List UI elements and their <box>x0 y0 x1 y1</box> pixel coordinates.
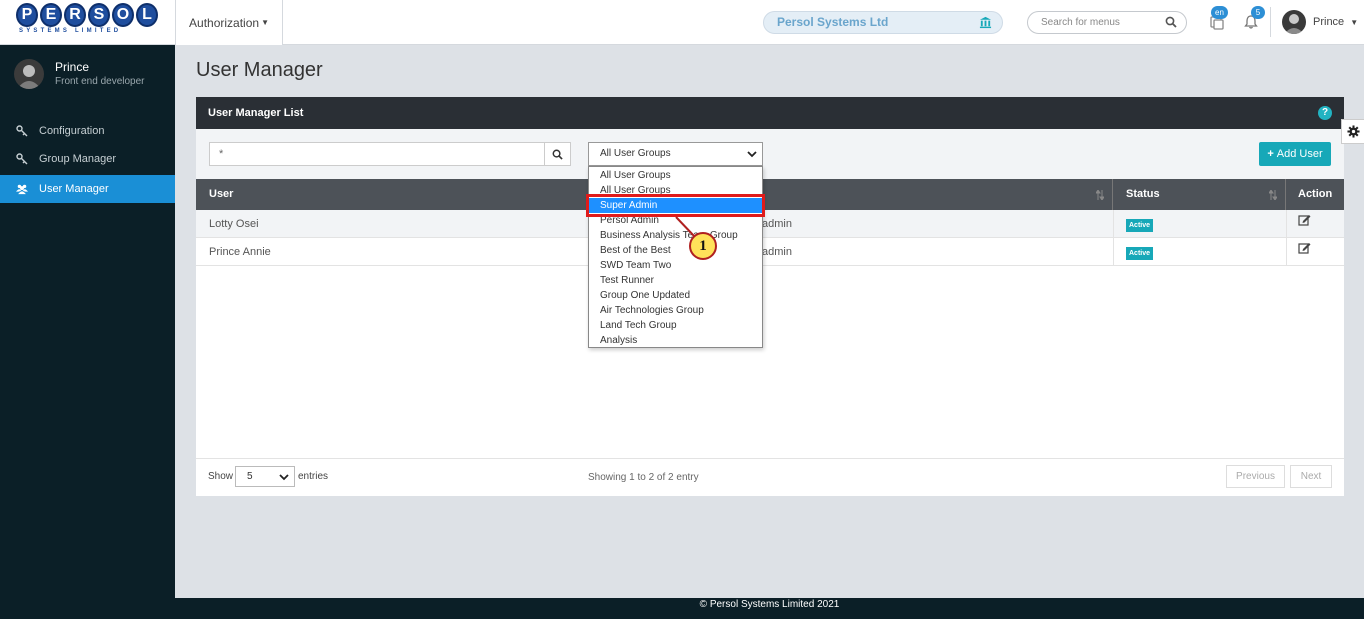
logo-tagline: SYSTEMS LIMITED <box>19 28 122 34</box>
avatar[interactable] <box>1282 10 1306 34</box>
cell-status: Active <box>1113 210 1154 238</box>
divider <box>1270 7 1271 37</box>
company-name: Persol Systems Ltd <box>777 15 889 29</box>
annotation-highlight <box>586 194 765 217</box>
menu-search-input[interactable]: Search for menus <box>1027 11 1187 34</box>
user-menu-button[interactable]: Prince ▼ <box>1313 16 1358 28</box>
status-badge: Active <box>1126 219 1154 232</box>
sidebar-item-user-manager[interactable]: User Manager <box>0 175 175 203</box>
card-title: User Manager List <box>208 107 304 119</box>
sort-icon <box>1269 190 1277 200</box>
sidebar-item-label: Group Manager <box>39 153 117 165</box>
sidebar-item-configuration[interactable]: Configuration <box>0 117 175 145</box>
logo-letter: L <box>136 3 158 27</box>
annotation-step-badge: 1 <box>689 232 717 260</box>
user-manager-card: User Manager List ? * All User Groups + A… <box>196 97 1344 496</box>
logo-letter: R <box>64 3 86 27</box>
column-label: Action <box>1298 188 1333 200</box>
edit-icon[interactable] <box>1298 241 1311 254</box>
cell-status: Active <box>1113 238 1154 266</box>
module-menu-button[interactable]: Authorization ▼ <box>175 0 283 45</box>
persol-logo[interactable]: P E R S O L SYSTEMS LIMITED <box>16 3 158 37</box>
table-header: User Status Action <box>196 179 1344 210</box>
help-icon[interactable]: ? <box>1318 106 1332 120</box>
dropdown-option[interactable]: SWD Team Two <box>589 258 762 273</box>
chevron-down-icon <box>747 151 757 158</box>
avatar-silhouette <box>1284 14 1304 34</box>
user-search-input[interactable]: * <box>209 142 545 166</box>
dropdown-option[interactable]: Air Technologies Group <box>589 303 762 318</box>
page-title: User Manager <box>196 59 323 81</box>
top-header: P E R S O L SYSTEMS LIMITED Authorizatio… <box>0 0 1364 45</box>
filter-bar: * All User Groups + Add User <box>196 129 1344 179</box>
sidebar-item-group-manager[interactable]: Group Manager <box>0 145 175 173</box>
previous-page-button[interactable]: Previous <box>1226 465 1285 488</box>
caret-down-icon: ▼ <box>261 18 269 27</box>
dropdown-option[interactable]: Best of the Best <box>589 243 762 258</box>
user-name: Prince <box>1313 16 1345 28</box>
column-header-action: Action <box>1286 179 1344 210</box>
copyright-footer: © Persol Systems Limited 2021 <box>175 598 1364 619</box>
column-label: Status <box>1126 188 1160 200</box>
dropdown-option[interactable]: Business Analysis Team Group <box>589 228 762 243</box>
settings-panel-toggle[interactable] <box>1341 119 1364 144</box>
column-header-status[interactable]: Status <box>1113 179 1286 210</box>
sort-icon <box>1096 190 1104 200</box>
search-icon <box>1165 16 1177 28</box>
user-group-select-value: All User Groups <box>600 148 671 159</box>
menu-search-placeholder: Search for menus <box>1041 17 1120 28</box>
chevron-down-icon <box>279 474 289 481</box>
sidebar-item-label: Configuration <box>39 125 105 137</box>
logo-letter: O <box>112 3 134 27</box>
dropdown-option[interactable]: All User Groups <box>589 168 762 183</box>
users-icon <box>16 184 28 195</box>
card-header: User Manager List ? <box>196 97 1344 129</box>
notification-badge: 5 <box>1251 6 1265 19</box>
key-icon <box>16 153 28 165</box>
language-badge: en <box>1211 6 1228 19</box>
gear-icon <box>1346 125 1360 138</box>
table-row[interactable]: Lotty Osei admin Active <box>196 210 1344 238</box>
dropdown-option[interactable]: Analysis <box>589 333 762 348</box>
divider <box>1286 210 1287 238</box>
dropdown-option[interactable]: Land Tech Group <box>589 318 762 333</box>
caret-down-icon: ▼ <box>1350 18 1359 27</box>
logo-letter: S <box>88 3 110 27</box>
add-user-label: Add User <box>1276 148 1323 160</box>
logo-letter: P <box>16 3 38 27</box>
column-label: User <box>209 188 234 200</box>
divider <box>1286 238 1287 266</box>
add-user-button[interactable]: + Add User <box>1259 142 1331 166</box>
plus-icon: + <box>1267 148 1274 160</box>
avatar-silhouette <box>17 65 41 89</box>
sidebar: Prince Front end developer Configuration… <box>0 45 175 619</box>
key-icon <box>16 125 28 137</box>
cell-user: Lotty Osei <box>209 218 259 230</box>
profile-role: Front end developer <box>55 76 145 87</box>
sidebar-item-label: User Manager <box>39 183 109 195</box>
edit-icon[interactable] <box>1298 213 1311 226</box>
module-label: Authorization <box>189 15 260 30</box>
page-size-value: 5 <box>247 471 253 482</box>
page-size-select[interactable]: 5 <box>235 466 295 487</box>
logo-letter: E <box>40 3 62 27</box>
show-label: Show <box>208 471 234 482</box>
bank-icon <box>979 16 992 29</box>
search-icon <box>552 149 563 160</box>
entries-label: entries <box>298 471 329 482</box>
dropdown-option[interactable]: Test Runner <box>589 273 762 288</box>
table-row[interactable]: Prince Annie admin Active <box>196 238 1344 266</box>
logo-letters: P E R S O L <box>16 3 158 27</box>
dropdown-option[interactable]: Group One Updated <box>589 288 762 303</box>
user-group-select[interactable]: All User Groups <box>588 142 763 166</box>
table-footer: Show 5 entries Showing 1 to 2 of 2 entry… <box>196 458 1344 496</box>
company-selector[interactable]: Persol Systems Ltd <box>763 11 1003 34</box>
pagination-info: Showing 1 to 2 of 2 entry <box>588 472 699 483</box>
profile-name: Prince <box>55 60 90 74</box>
search-button[interactable] <box>545 142 571 166</box>
status-badge: Active <box>1126 247 1154 260</box>
avatar <box>14 59 44 89</box>
next-page-button[interactable]: Next <box>1290 465 1332 488</box>
cell-user: Prince Annie <box>209 246 271 258</box>
